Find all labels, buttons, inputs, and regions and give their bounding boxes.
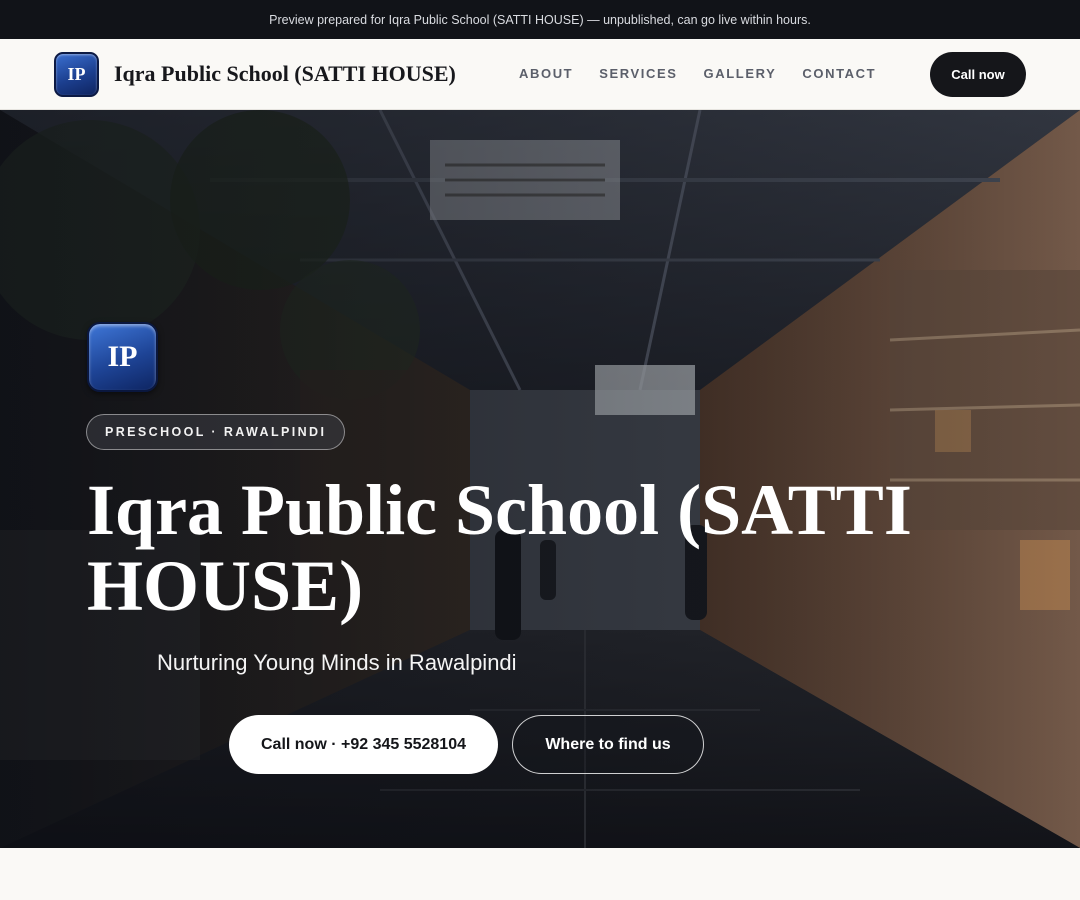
- hero-logo-initials: IP: [107, 340, 138, 373]
- call-now-button[interactable]: Call now · +92 345 5528104: [229, 715, 498, 774]
- hero-logo-badge: IP: [87, 322, 158, 392]
- preview-banner: Preview prepared for Iqra Public School …: [0, 0, 1080, 39]
- site-name[interactable]: Iqra Public School (SATTI HOUSE): [114, 61, 456, 87]
- nav-link-services[interactable]: SERVICES: [599, 66, 677, 81]
- next-section: [0, 848, 1080, 900]
- preview-banner-text: Preview prepared for Iqra Public School …: [269, 12, 811, 27]
- hero-title: Iqra Public School (SATTI HOUSE): [87, 470, 912, 626]
- nav-link-contact[interactable]: CONTACT: [802, 66, 876, 81]
- main-nav: ABOUT SERVICES GALLERY CONTACT: [519, 66, 876, 81]
- where-to-find-us-button[interactable]: Where to find us: [512, 715, 704, 774]
- hero-section: IP PRESCHOOL · RAWALPINDI Iqra Public Sc…: [0, 110, 1080, 848]
- site-header: IP Iqra Public School (SATTI HOUSE) ABOU…: [0, 39, 1080, 110]
- category-location-tag: PRESCHOOL · RAWALPINDI: [86, 414, 346, 450]
- logo-initials: IP: [67, 64, 86, 84]
- header-call-button[interactable]: Call now: [930, 52, 1026, 97]
- hero-subtitle: Nurturing Young Minds in Rawalpindi: [157, 650, 517, 675]
- nav-link-gallery[interactable]: GALLERY: [704, 66, 777, 81]
- nav-link-about[interactable]: ABOUT: [519, 66, 573, 81]
- logo-badge[interactable]: IP: [54, 52, 99, 97]
